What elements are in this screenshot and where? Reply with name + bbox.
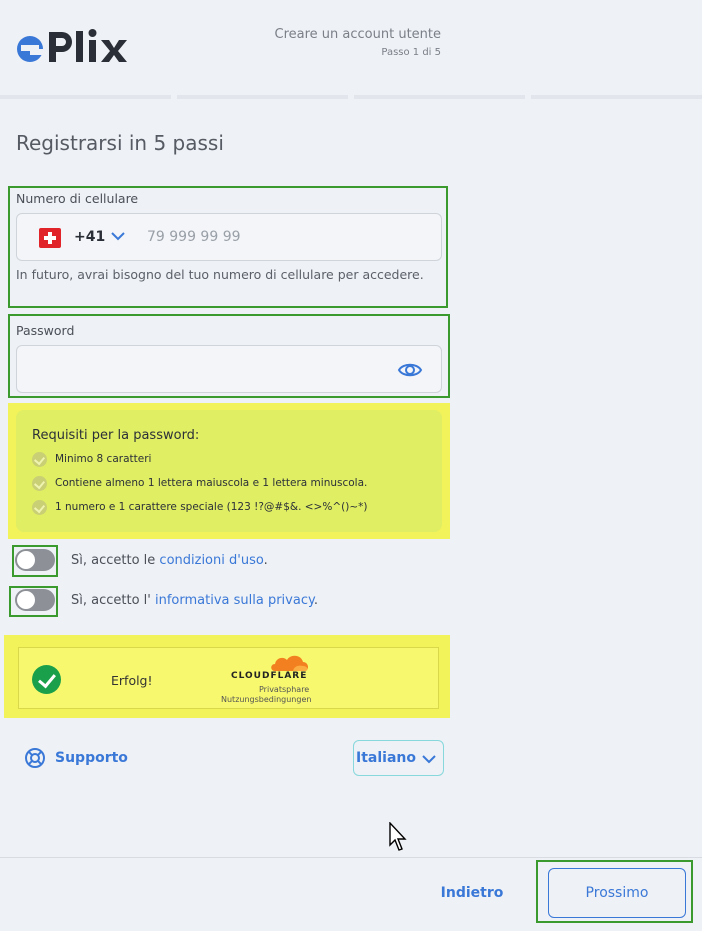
phone-hint: In futuro, avrai bisogno del tuo numero … <box>16 267 424 282</box>
check-circle-icon <box>32 475 47 491</box>
terms-link[interactable]: condizioni d'uso <box>159 553 263 568</box>
terms-toggle[interactable] <box>15 549 55 571</box>
phone-label: Numero di cellulare <box>16 191 139 206</box>
check-circle-icon <box>32 499 47 515</box>
back-button[interactable]: Indietro <box>432 880 512 906</box>
terms-link-captcha[interactable]: Nutzungsbedingungen <box>221 695 311 704</box>
step-counter: Passo 1 di 5 <box>381 47 441 58</box>
success-check-icon <box>32 665 61 694</box>
mouse-cursor-icon <box>389 822 407 851</box>
header: Creare un account utente Passo 1 di 5 <box>0 0 702 96</box>
password-requirements: Requisiti per la password: Minimo 8 cara… <box>16 410 442 532</box>
dial-code[interactable]: +41 <box>74 229 105 245</box>
phone-input-group: +41 <box>16 213 442 261</box>
privacy-toggle[interactable] <box>15 589 55 611</box>
privacy-consent-text: Sì, accetto l' informativa sulla privacy… <box>71 593 318 608</box>
support-label: Supporto <box>55 750 128 766</box>
privacy-link-captcha[interactable]: Privatsphare <box>259 685 309 694</box>
progress-segment <box>177 95 348 99</box>
chevron-down-icon <box>422 755 436 764</box>
step-title: Creare un account utente <box>274 27 442 42</box>
phone-input[interactable] <box>147 222 427 252</box>
requirement-item: 1 numero e 1 carattere speciale (123 !?@… <box>32 498 367 516</box>
requirement-text: 1 numero e 1 carattere speciale (123 !?@… <box>55 501 368 513</box>
password-label: Password <box>16 323 75 338</box>
consent-suffix: . <box>263 553 268 568</box>
cloudflare-cloud-icon <box>271 655 309 671</box>
chevron-down-icon[interactable] <box>109 227 127 245</box>
support-link[interactable]: Supporto <box>24 746 128 770</box>
requirement-item: Contiene almeno 1 lettera maiuscola e 1 … <box>32 474 367 492</box>
terms-consent-text: Sì, accetto le condizioni d'uso. <box>71 553 268 568</box>
swiss-flag-icon[interactable] <box>39 228 61 248</box>
requirements-title: Requisiti per la password: <box>32 428 200 443</box>
captcha-status: Erfolg! <box>111 673 153 688</box>
language-select[interactable]: Italiano <box>353 740 444 776</box>
progress-segment <box>0 95 171 99</box>
footer-divider <box>0 857 702 858</box>
next-button[interactable]: Prossimo <box>548 868 686 918</box>
page-title: Registrarsi in 5 passi <box>16 131 224 155</box>
eplix-logo <box>16 22 136 66</box>
progress-bar <box>0 95 702 99</box>
consent-prefix: Sì, accetto le <box>71 553 160 568</box>
cloudflare-captcha: Erfolg! CLOUDFLARE Privatsphare Nutzungs… <box>18 647 439 709</box>
progress-segment <box>354 95 525 99</box>
check-circle-icon <box>32 451 47 467</box>
consent-suffix: . <box>313 593 318 608</box>
consent-prefix: Sì, accetto l' <box>71 593 155 608</box>
progress-segment <box>531 95 702 99</box>
language-label: Italiano <box>356 750 416 766</box>
password-input-group <box>16 345 442 393</box>
lifebuoy-icon <box>25 748 45 768</box>
requirement-text: Contiene almeno 1 lettera maiuscola e 1 … <box>55 477 368 489</box>
cloudflare-brand: CLOUDFLARE <box>231 671 308 681</box>
requirement-text: Minimo 8 caratteri <box>55 453 152 465</box>
eye-icon[interactable] <box>397 358 423 382</box>
password-input[interactable] <box>31 355 391 385</box>
privacy-link[interactable]: informativa sulla privacy <box>155 593 314 608</box>
requirement-item: Minimo 8 caratteri <box>32 450 151 468</box>
